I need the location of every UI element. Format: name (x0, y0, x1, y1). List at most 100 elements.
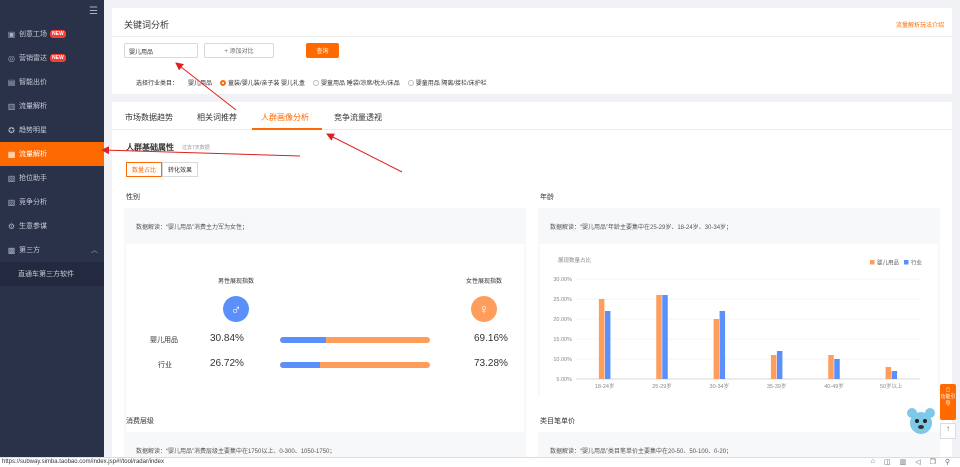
tab-bar: 市场数据趋势 相关词推荐 人群画像分析 竞争流量透视 (112, 102, 952, 130)
gender-content: 男性展现指数 ♂ 女性展现指数 ♀ 婴儿用品 30.84% 69.16% 行业 … (126, 244, 524, 456)
seg-conversion[interactable]: 转化效果 (162, 162, 199, 177)
industry-option-2[interactable]: 婴童用品 睡袋/凉席/枕头/床品 (313, 78, 400, 87)
row-label: 婴儿用品 (150, 337, 178, 344)
y-axis-label: 展现数量占比 (558, 256, 592, 264)
status-icons: ⌂ ◫ ▥ ◁ ❐ ⚲ (862, 458, 950, 466)
sidebar-item-radar[interactable]: ◎ 营销雷达 NEW (0, 46, 104, 70)
tab-market-trend[interactable]: 市场数据趋势 (125, 112, 173, 123)
traffic-analysis-icon: ▦ (7, 149, 16, 159)
game-icon[interactable]: ◫ (884, 458, 891, 466)
main-content: 关键词分析 流量解析玩法介绍 婴儿用品 + 添加对比 查询 选择行业类目： 婴儿… (104, 0, 960, 467)
x-tick-label: 50岁以上 (880, 382, 903, 390)
female-pct: 69.16% (474, 333, 508, 344)
trash-icon[interactable]: ▥ (900, 458, 907, 466)
new-badge: NEW (50, 30, 66, 38)
sound-icon[interactable]: ◁ (915, 458, 920, 466)
traffic-icon: ▥ (7, 101, 16, 111)
price-title: 类目笔单价 (540, 418, 575, 425)
creative-icon: ▣ (7, 29, 16, 39)
trend-icon: ✪ (8, 125, 15, 135)
legend-swatch (904, 260, 909, 265)
chevron-up-icon: ︿ (91, 247, 98, 254)
bar-industry (834, 359, 840, 379)
x-tick-label: 35-39岁 (767, 382, 787, 390)
x-tick-label: 18-24岁 (595, 382, 615, 390)
bar-product (770, 355, 777, 379)
age-card: 数据解读：“婴儿用品”年龄主要集中在25-29岁、18-24岁、30-34岁； … (538, 208, 940, 396)
position-icon: ▧ (7, 173, 16, 183)
sidebar-item-creative[interactable]: ▣ 创意工场 NEW (0, 22, 104, 46)
x-tick-label: 30-34岁 (710, 382, 730, 390)
window-icon[interactable]: ❐ (930, 458, 936, 466)
female-icon: ♀ (471, 296, 497, 322)
industry-option-1[interactable]: 童装/婴儿装/亲子装 婴儿礼盒 (220, 78, 305, 87)
industry-selector: 选择行业类目： 婴儿用品 童装/婴儿装/亲子装 婴儿礼盒 婴童用品 睡袋/凉席/… (136, 78, 495, 87)
male-bar-fill (280, 337, 327, 343)
gender-bar (280, 337, 430, 343)
age-title: 年龄 (540, 194, 554, 201)
sidebar-item-third-party[interactable]: ▩ 第三方 ︿ (0, 238, 104, 262)
help-link[interactable]: 流量解析玩法介绍 (896, 20, 944, 29)
bar-industry (719, 311, 726, 379)
sidebar: ☰ ▣ 创意工场 NEW ◎ 营销雷达 NEW ▤ 智能出价 ▥ 流量解析 ✪ 趋势明星 ▦ 流… (0, 0, 104, 467)
radio-icon (313, 79, 320, 86)
bar-industry (891, 371, 898, 379)
section-title: 人群基础属性 (126, 143, 174, 152)
query-button[interactable]: 查询 (306, 43, 339, 58)
feature-guide-button[interactable]: ▢ 功能引导 (940, 384, 956, 420)
status-url: https://subway.simba.taobao.com/index.js… (2, 459, 164, 465)
tab-competition-traffic[interactable]: 竞争流量透视 (334, 112, 382, 123)
sidebar-subitem-third-party-software[interactable]: 直通车第三方软件 (0, 262, 104, 286)
radio-checked-icon (220, 79, 227, 86)
bar-product (713, 319, 720, 379)
back-to-top-icon[interactable]: ↑ (940, 423, 956, 439)
legend-swatch (870, 260, 875, 265)
sidebar-item-trend[interactable]: ✪ 趋势明星 (0, 118, 104, 142)
keyword-input[interactable]: 婴儿用品 (124, 43, 198, 58)
radio-icon (407, 79, 414, 86)
bar-product (885, 367, 892, 379)
collapse-menu-icon[interactable]: ☰ (0, 0, 104, 22)
age-chart-area: 展现数量占比 5.00% 10.00% 15.00% 20.00% 25.00% 30.00… (540, 244, 938, 396)
price-interpretation: 数据解读：“婴儿用品”类目笔单价主要集中在20-50、50-100、0-20； (550, 449, 733, 455)
sidebar-item-competition[interactable]: ▨ 竞争分析 (0, 190, 104, 214)
sidebar-item-traffic[interactable]: ▥ 流量解析 (0, 94, 104, 118)
y-tick-label: 5.00% (556, 377, 572, 383)
tab-related-words[interactable]: 相关词推荐 (197, 112, 237, 123)
business-icon: ⚙ (7, 221, 16, 231)
male-bar-fill (280, 362, 321, 368)
sidebar-item-business[interactable]: ⚙ 生意参谋 (0, 214, 104, 238)
male-pct: 26.72% (210, 358, 244, 369)
y-tick-label: 25.00% (553, 297, 572, 303)
shop-icon[interactable]: ⌂ (871, 458, 875, 466)
male-index-label: 男性展现指数 (217, 279, 254, 285)
legend-label: 婴儿用品 (877, 260, 900, 267)
search-icon[interactable]: ⚲ (945, 458, 950, 466)
metric-toggle: 数量占比 转化效果 (126, 162, 199, 177)
gender-bar (280, 362, 430, 368)
tab-crowd-portrait[interactable]: 人群画像分析 (261, 112, 309, 123)
add-compare-button[interactable]: + 添加对比 (204, 43, 274, 58)
analysis-panel: 市场数据趋势 相关词推荐 人群画像分析 竞争流量透视 人群基础属性 过去7天数据… (112, 102, 952, 467)
mascot-icon[interactable] (906, 405, 936, 437)
age-chart: 展现数量占比 5.00% 10.00% 15.00% 20.00% 25.00% 30.00… (553, 256, 922, 390)
x-tick-label: 25-29岁 (652, 382, 672, 390)
female-pct: 73.28% (474, 358, 508, 369)
sidebar-item-bid[interactable]: ▤ 智能出价 (0, 70, 104, 94)
row-label: 行业 (158, 362, 172, 369)
y-tick-label: 10.00% (553, 357, 572, 363)
active-tab-indicator (252, 128, 322, 130)
competition-icon: ▨ (7, 197, 16, 207)
bid-icon: ▤ (7, 77, 16, 87)
divider (112, 36, 952, 37)
radar-icon: ◎ (8, 53, 15, 63)
bar-product (656, 295, 662, 379)
industry-option-3[interactable]: 婴童用品 隔离/接栏/床护栏 (407, 78, 487, 87)
sidebar-item-traffic-analysis[interactable]: ▦ 流量解析 (0, 142, 104, 166)
industry-prefix: 婴儿用品 (188, 81, 213, 87)
seg-quantity[interactable]: 数量占比 (126, 162, 163, 177)
gender-interpretation: 数据解读：“婴儿用品”消费主力军为女性； (136, 225, 248, 231)
sidebar-item-position[interactable]: ▧ 抢位助手 (0, 166, 104, 190)
gender-title: 性别 (126, 194, 140, 201)
guide-icon: ▢ (945, 387, 951, 393)
